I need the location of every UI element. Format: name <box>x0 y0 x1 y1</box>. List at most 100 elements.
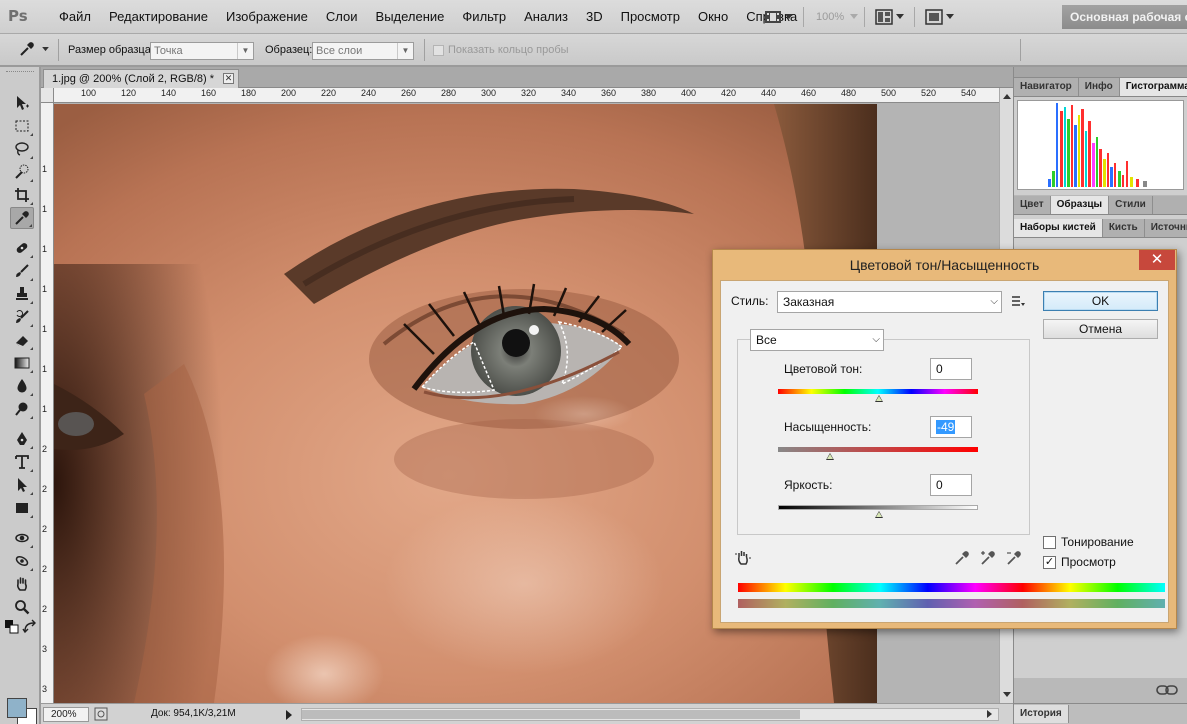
path-selection-tool[interactable] <box>10 474 34 496</box>
gradient-tool[interactable] <box>10 352 34 374</box>
preset-options-icon[interactable] <box>1011 295 1025 307</box>
scroll-down-icon[interactable] <box>1003 692 1011 697</box>
lightness-slider-track[interactable] <box>778 505 978 510</box>
separator <box>1020 39 1021 61</box>
menu-view[interactable]: Просмотр <box>612 0 689 34</box>
tab-clone-source[interactable]: Источник <box>1145 219 1187 237</box>
history-brush-tool[interactable] <box>10 306 34 328</box>
menu-image[interactable]: Изображение <box>217 0 317 34</box>
eyedropper-tool[interactable] <box>10 207 34 229</box>
dialog-body: Стиль: Заказная ⌵ OK Отмена Все ⌵ Цветов… <box>720 280 1169 623</box>
brush-tool[interactable] <box>10 260 34 282</box>
ruler-origin[interactable] <box>41 88 54 103</box>
arrange-documents-button[interactable] <box>871 6 908 28</box>
marquee-tool[interactable] <box>10 115 34 137</box>
3d-rotate-tool[interactable] <box>10 527 34 549</box>
status-zoom-field[interactable]: 200% <box>43 707 89 722</box>
sample-size-select[interactable]: Точка ▼ <box>150 42 254 60</box>
zoom-tool[interactable] <box>10 596 34 618</box>
horizontal-scrollbar[interactable] <box>301 708 999 721</box>
screen-view-button[interactable] <box>921 6 958 28</box>
chevron-down-icon: ⌵ <box>872 334 880 345</box>
eyedropper-icon[interactable] <box>953 549 971 567</box>
tab-brush-presets[interactable]: Наборы кистей <box>1014 219 1103 237</box>
dialog-title[interactable]: Цветовой тон/Насыщенность <box>713 250 1176 280</box>
saturation-slider-thumb[interactable] <box>826 453 834 460</box>
ruler-tick-label: 2 <box>42 604 48 614</box>
tab-info[interactable]: Инфо <box>1079 78 1120 96</box>
tab-color[interactable]: Цвет <box>1014 196 1051 214</box>
hue-slider-track[interactable] <box>778 389 978 394</box>
vertical-ruler[interactable]: 111111122222333 <box>41 103 54 703</box>
close-icon[interactable]: ✕ <box>223 73 234 84</box>
cancel-button[interactable]: Отмена <box>1043 319 1158 339</box>
swap-colors-button[interactable] <box>22 619 38 635</box>
panel-dock-header[interactable] <box>1014 67 1187 78</box>
3d-orbit-tool[interactable] <box>10 550 34 572</box>
separator <box>424 39 425 61</box>
lightness-slider-thumb[interactable] <box>875 511 883 518</box>
tab-brush[interactable]: Кисть <box>1103 219 1145 237</box>
blur-tool[interactable] <box>10 375 34 397</box>
lasso-tool[interactable] <box>10 138 34 160</box>
default-colors-button[interactable] <box>4 619 20 635</box>
ruler-tick-label: 1 <box>42 244 48 254</box>
menu-layers[interactable]: Слои <box>317 0 367 34</box>
eraser-tool[interactable] <box>10 329 34 351</box>
lightness-input[interactable]: 0 <box>930 474 972 496</box>
eyedropper-plus-icon[interactable] <box>979 549 997 567</box>
hue-input[interactable]: 0 <box>930 358 972 380</box>
clone-stamp-tool[interactable] <box>10 283 34 305</box>
preview-checkbox[interactable]: ✓ Просмотр <box>1043 555 1116 569</box>
scroll-right-icon[interactable] <box>987 710 992 718</box>
quick-select-tool[interactable] <box>10 161 34 183</box>
zoom-level-readout[interactable]: 100% <box>810 11 850 23</box>
tab-history[interactable]: История <box>1014 705 1069 723</box>
show-sampling-ring-checkbox[interactable]: Показать кольцо пробы <box>433 44 569 56</box>
document-tab[interactable]: 1.jpg @ 200% (Слой 2, RGB/8) * ✕ <box>43 69 239 88</box>
eyedropper-minus-icon[interactable] <box>1005 549 1023 567</box>
tab-histogram[interactable]: Гистограмма <box>1119 78 1187 96</box>
pen-tool[interactable] <box>10 428 34 450</box>
screen-mode-button[interactable] <box>760 6 797 28</box>
menu-3d[interactable]: 3D <box>577 0 612 34</box>
foreground-color-swatch[interactable] <box>7 698 27 718</box>
workspace-button[interactable]: Основная рабочая с <box>1062 5 1187 29</box>
menu-analysis[interactable]: Анализ <box>515 0 577 34</box>
scroll-thumb[interactable] <box>302 710 800 719</box>
menu-window[interactable]: Окно <box>689 0 737 34</box>
menu-file[interactable]: Файл <box>50 0 100 34</box>
menu-select[interactable]: Выделение <box>367 0 454 34</box>
crop-tool[interactable] <box>10 184 34 206</box>
style-select[interactable]: Заказная ⌵ <box>777 291 1002 313</box>
close-button[interactable]: ✕ <box>1139 250 1175 270</box>
tool-preset-picker[interactable] <box>18 40 49 58</box>
move-tool[interactable] <box>10 92 34 114</box>
ok-button[interactable]: OK <box>1043 291 1158 311</box>
tab-styles[interactable]: Стили <box>1109 196 1153 214</box>
chain-link-icon[interactable] <box>1156 684 1178 696</box>
photoshop-logo: Ps <box>8 7 28 25</box>
dodge-tool[interactable] <box>10 398 34 420</box>
shape-tool[interactable] <box>10 497 34 519</box>
channel-select[interactable]: Все ⌵ <box>750 329 884 351</box>
saturation-slider-track[interactable] <box>778 447 978 452</box>
input-color-bar <box>738 583 1165 592</box>
horizontal-ruler[interactable]: 100 120 140 160 180 200 220 240 260 280 300 320 340 3… <box>54 88 999 103</box>
hue-slider-thumb[interactable] <box>875 395 883 402</box>
scroll-up-icon[interactable] <box>1003 94 1011 99</box>
healing-brush-tool[interactable] <box>10 237 34 259</box>
tab-navigator[interactable]: Навигатор <box>1014 78 1079 96</box>
proof-setup-icon[interactable] <box>94 707 108 721</box>
menu-filter[interactable]: Фильтр <box>453 0 515 34</box>
tab-swatches[interactable]: Образцы <box>1050 196 1110 214</box>
menu-edit[interactable]: Редактирование <box>100 0 217 34</box>
type-tool[interactable] <box>10 451 34 473</box>
hand-tool[interactable] <box>10 573 34 595</box>
sample-layers-select[interactable]: Все слои ▼ <box>312 42 414 60</box>
saturation-input[interactable]: -49 <box>930 416 972 438</box>
status-menu-arrow-icon[interactable] <box>286 710 292 720</box>
colorize-checkbox[interactable]: Тонирование <box>1043 535 1134 549</box>
panel-grip[interactable] <box>6 71 34 75</box>
targeted-adjustment-icon[interactable] <box>734 549 752 567</box>
